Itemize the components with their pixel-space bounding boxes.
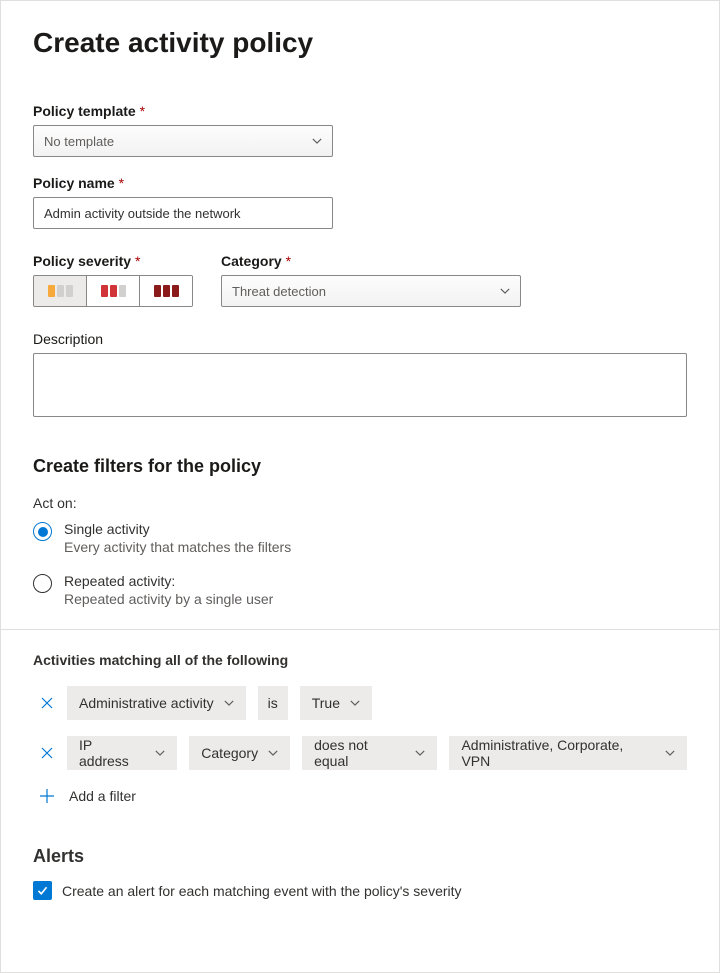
remove-filter-button[interactable] [39, 695, 55, 711]
radio-sub: Every activity that matches the filters [64, 539, 291, 555]
severity-label: Policy severity * [33, 253, 193, 269]
severity-picker [33, 275, 193, 307]
policy-name-value: Admin activity outside the network [44, 206, 241, 221]
radio-icon [33, 574, 52, 593]
category-select[interactable]: Threat detection [221, 275, 521, 307]
matching-heading: Activities matching all of the following [33, 652, 687, 668]
radio-single-activity[interactable]: Single activity Every activity that matc… [33, 521, 687, 555]
filter-field-select[interactable]: IP address [67, 736, 177, 770]
remove-filter-button[interactable] [39, 745, 55, 761]
description-label: Description [33, 331, 687, 347]
policy-name-input[interactable]: Admin activity outside the network [33, 197, 333, 229]
chevron-down-icon [224, 695, 234, 711]
divider [1, 629, 719, 630]
chevron-down-icon [500, 286, 510, 296]
policy-template-select[interactable]: No template [33, 125, 333, 157]
page-title: Create activity policy [33, 27, 687, 59]
alerts-heading: Alerts [33, 846, 687, 867]
policy-name-label: Policy name * [33, 175, 687, 191]
description-input[interactable] [33, 353, 687, 417]
add-filter-label: Add a filter [69, 788, 136, 804]
filters-heading: Create filters for the policy [33, 456, 687, 477]
radio-sub: Repeated activity by a single user [64, 591, 273, 607]
policy-template-label: Policy template * [33, 103, 687, 119]
policy-template-value: No template [44, 134, 114, 149]
radio-repeated-activity[interactable]: Repeated activity: Repeated activity by … [33, 573, 687, 607]
radio-icon [33, 522, 52, 541]
filter-value-select[interactable]: True [300, 686, 372, 720]
radio-title: Repeated activity: [64, 573, 273, 589]
filter-value-select[interactable]: Administrative, Corporate, VPN [449, 736, 687, 770]
filter-op: is [258, 686, 288, 720]
filter-subfield-select[interactable]: Category [189, 736, 290, 770]
filter-row: Administrative activity is True [33, 686, 687, 720]
radio-title: Single activity [64, 521, 291, 537]
category-value: Threat detection [232, 284, 326, 299]
category-label: Category * [221, 253, 521, 269]
severity-medium-button[interactable] [86, 276, 139, 306]
add-filter-button[interactable]: Add a filter [33, 786, 687, 806]
plus-icon [37, 786, 57, 806]
severity-low-button[interactable] [34, 276, 86, 306]
filter-op-select[interactable]: does not equal [302, 736, 437, 770]
chevron-down-icon [350, 695, 360, 711]
filter-field-select[interactable]: Administrative activity [67, 686, 246, 720]
create-alert-checkbox[interactable] [33, 881, 52, 900]
create-alert-label: Create an alert for each matching event … [62, 883, 462, 899]
chevron-down-icon [312, 136, 322, 146]
severity-high-button[interactable] [139, 276, 192, 306]
filter-row: IP address Category does not equal Admin… [33, 736, 687, 770]
chevron-down-icon [155, 745, 165, 761]
chevron-down-icon [415, 745, 425, 761]
chevron-down-icon [665, 745, 675, 761]
act-on-label: Act on: [33, 495, 687, 511]
chevron-down-icon [268, 745, 278, 761]
